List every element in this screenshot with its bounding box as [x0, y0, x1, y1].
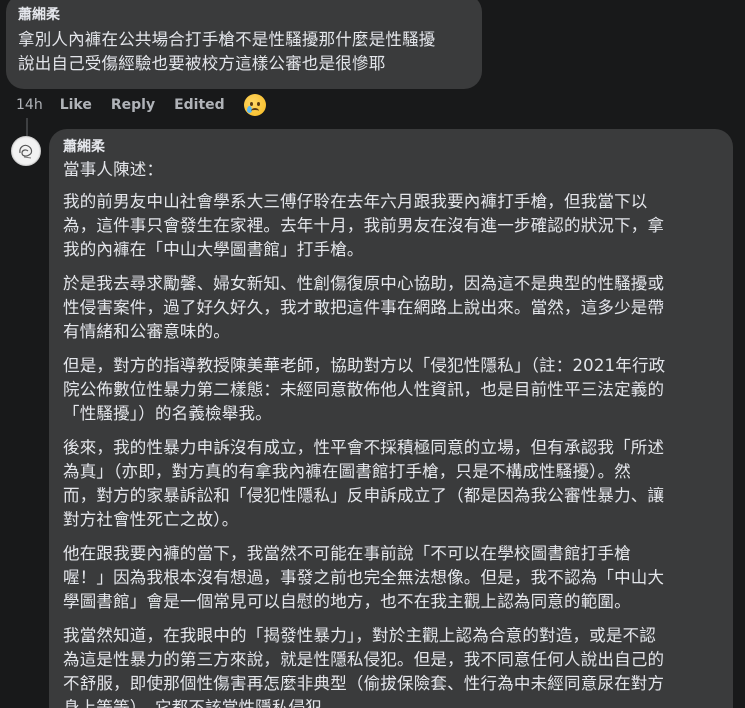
reply-paragraph: 我當然知道，在我眼中的「揭發性暴力」，對於主觀上認為合意的對造，或是不認 為這是… — [63, 626, 665, 708]
reply-paragraph: 他在跟我要內褲的當下，我當然不可能在事前說「不可以在學校圖書館打手槍 喔！」因為… — [63, 544, 665, 611]
reply-paragraph: 後來，我的性暴力申訴沒有成立，性平會不採積極同意的立場，但有承認我「所述 為真」… — [63, 438, 665, 529]
comment-thread: 蕭緗柔 拿別人內褲在公共場合打手槍不是性騷擾那什麼是性騷擾 說出自己受傷經驗也要… — [0, 0, 745, 708]
reply-paragraph: 我的前男友中山社會學系大三傅仔聆在去年六月跟我要內褲打手槍，但我當下以 為，這件… — [63, 192, 665, 259]
emoji-mouth — [250, 108, 259, 114]
comment-actions-bar: 14h Like Reply Edited — [16, 94, 266, 116]
reply-paragraph: 但是，對方的指導教授陳美華老師，協助對方以「侵犯性隱私」（註：2021年行政 院… — [63, 356, 666, 423]
reply-bubble: 蕭緗柔 當事人陳述： 我的前男友中山社會學系大三傅仔聆在去年六月跟我要內褲打手槍… — [49, 129, 733, 708]
like-button[interactable]: Like — [60, 97, 92, 113]
comment-text: 拿別人內褲在公共場合打手槍不是性騷擾那什麼是性騷擾 說出自己受傷經驗也要被校方這… — [18, 30, 436, 73]
comment-bubble: 蕭緗柔 拿別人內褲在公共場合打手槍不是性騷擾那什麼是性騷擾 說出自己受傷經驗也要… — [6, 0, 482, 89]
reply-author-name[interactable]: 蕭緗柔 — [63, 138, 719, 156]
reply-paragraph: 於是我去尋求勵馨、婦女新知、性創傷復原中心協助，因為這不是典型的性騷擾或 性侵害… — [63, 274, 665, 341]
comment-author-name[interactable]: 蕭緗柔 — [18, 6, 470, 24]
reply-body: 當事人陳述： 我的前男友中山社會學系大三傅仔聆在去年六月跟我要內褲打手槍，但我當… — [63, 158, 719, 708]
reply-avatar-icon[interactable] — [11, 136, 41, 166]
edited-label[interactable]: Edited — [174, 97, 225, 113]
reply-button[interactable]: Reply — [111, 97, 155, 113]
crying-face-emoji-icon[interactable] — [243, 94, 266, 116]
comment-timestamp[interactable]: 14h — [16, 97, 43, 113]
reply-paragraph: 當事人陳述： — [63, 160, 164, 179]
avatar-sketch-icon — [13, 138, 39, 164]
